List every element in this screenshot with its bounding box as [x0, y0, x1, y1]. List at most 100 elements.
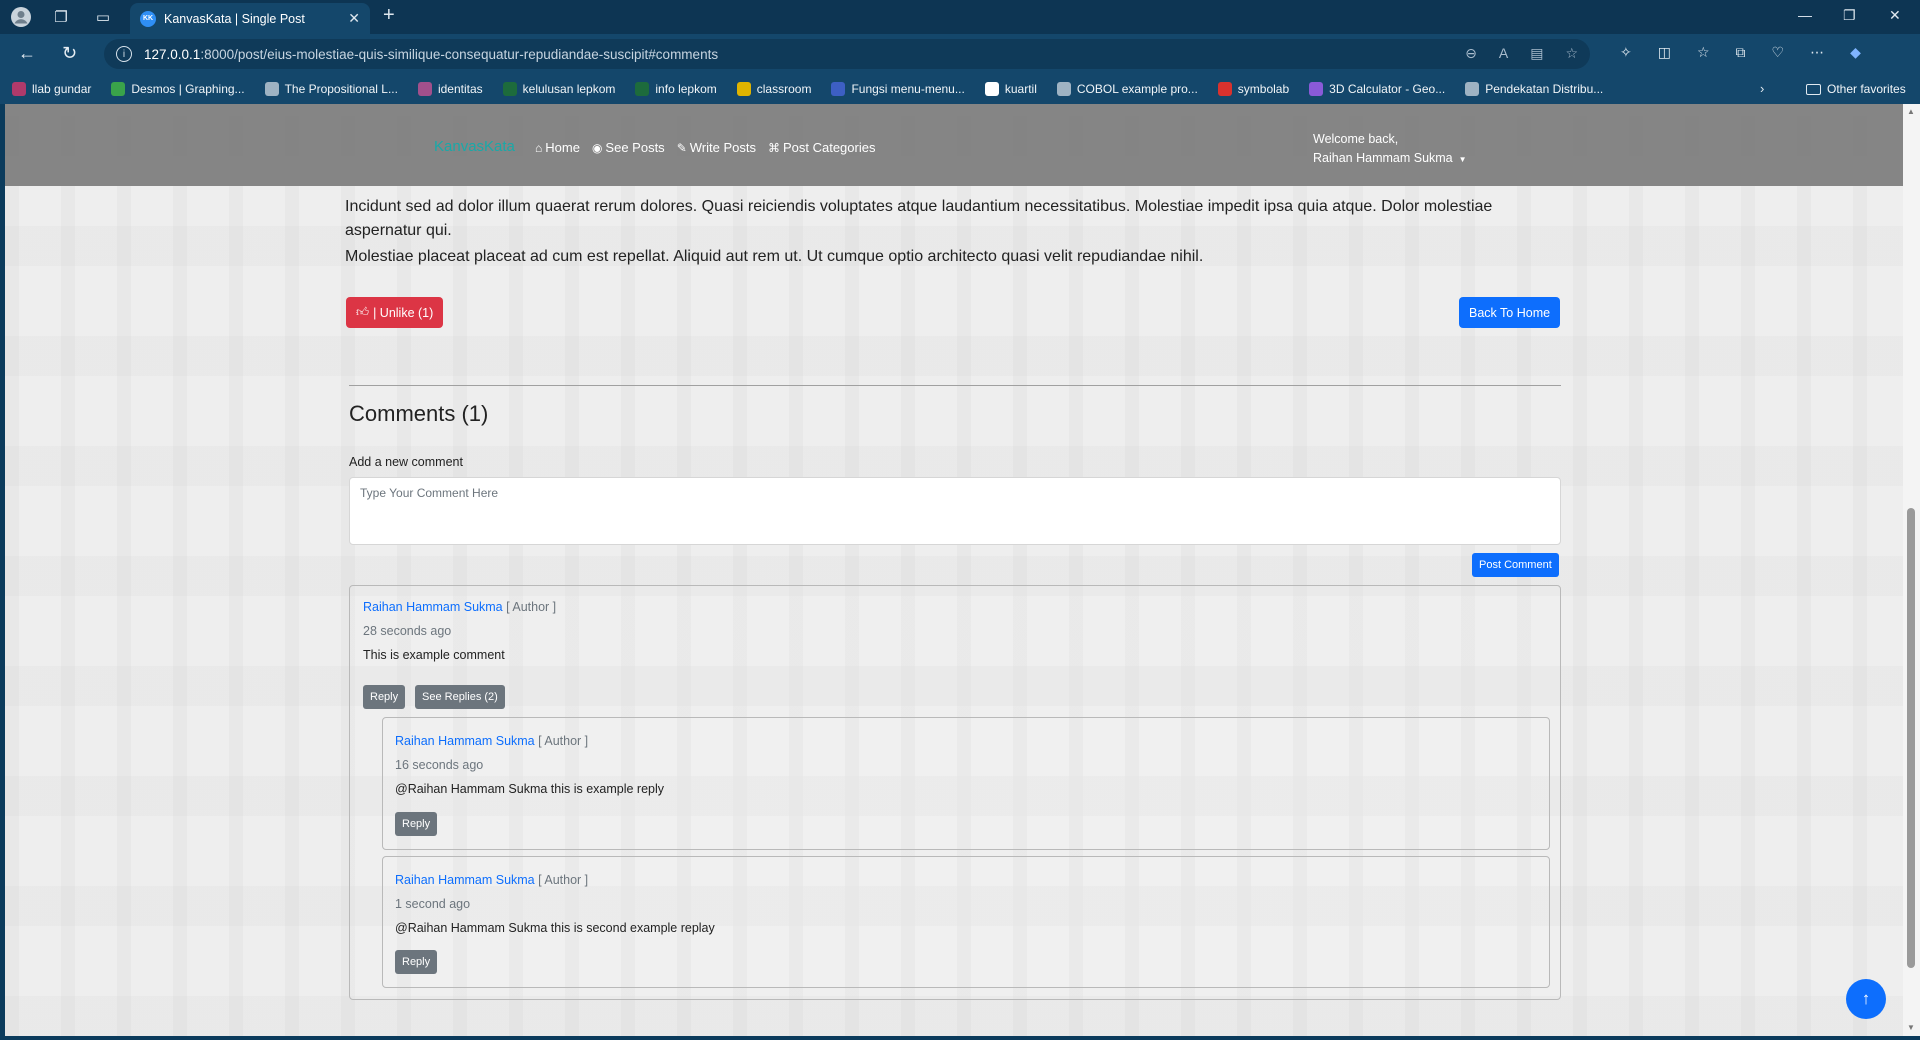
bookmark-favicon-icon: [1465, 82, 1480, 96]
restore-icon[interactable]: ❐: [1843, 7, 1856, 24]
bookmark-item[interactable]: symbolab: [1217, 82, 1289, 96]
browser-titlebar: ❐ ▭ KK KanvasKata | Single Post ✕ + — ❐ …: [0, 0, 1920, 34]
author-link[interactable]: Raihan Hammam Sukma: [363, 600, 503, 614]
author-link[interactable]: Raihan Hammam Sukma: [395, 734, 535, 748]
bookmark-item[interactable]: 3D Calculator - Geo...: [1309, 82, 1445, 96]
divider: [349, 385, 1561, 386]
reply-card: Raihan Hammam Sukma [ Author ] 1 second …: [382, 856, 1550, 988]
comment-textarea[interactable]: Type Your Comment Here: [349, 477, 1561, 545]
pencil-icon: ✎: [676, 140, 687, 155]
bookmark-item[interactable]: Desmos | Graphing...: [111, 82, 245, 96]
nav-home[interactable]: ⌂ Home: [535, 140, 580, 155]
bookmark-item[interactable]: Fungsi menu-menu...: [831, 82, 965, 96]
site-brand[interactable]: KanvasKata: [434, 138, 515, 155]
bookmark-favicon-icon: [1217, 82, 1232, 96]
read-aloud-icon[interactable]: A: [1499, 45, 1508, 62]
bookmark-label: COBOL example pro...: [1076, 82, 1198, 96]
scroll-to-top-button[interactable]: ↑: [1846, 979, 1886, 1019]
unlike-button[interactable]: 👍︎ | Unlike (1): [346, 297, 444, 328]
bookmark-item[interactable]: info lepkom: [635, 82, 717, 96]
bookmark-item[interactable]: llab gundar: [12, 82, 91, 96]
see-replies-button[interactable]: See Replies (2): [415, 685, 505, 709]
user-name: Raihan Hammam Sukma: [1313, 151, 1453, 165]
post-paragraph: Molestiae placeat placeat ad cum est rep…: [345, 248, 1204, 265]
bookmark-item[interactable]: Pendekatan Distribu...: [1465, 82, 1603, 96]
site-info-icon[interactable]: i: [116, 46, 132, 62]
scroll-down-arrow-icon[interactable]: ▼: [1907, 1023, 1915, 1032]
bookmark-favicon-icon: [502, 82, 517, 96]
bookmark-item[interactable]: The Propositional L...: [264, 82, 398, 96]
author-link[interactable]: Raihan Hammam Sukma: [395, 873, 535, 887]
reply-time: 1 second ago: [395, 897, 471, 911]
bookmark-label: classroom: [756, 82, 812, 96]
scrollbar-thumb[interactable]: [1907, 508, 1915, 968]
bookmark-label: llab gundar: [32, 82, 92, 96]
bookmark-item[interactable]: classroom: [736, 82, 812, 96]
back-to-home-button[interactable]: Back To Home: [1459, 297, 1561, 328]
user-welcome[interactable]: Welcome back, Raihan Hammam Sukma ▼: [1313, 130, 1467, 169]
address-bar[interactable]: i 127.0.0.1:8000/post/eius-molestiae-qui…: [104, 39, 1590, 69]
add-comment-label: Add a new comment: [349, 455, 463, 469]
nav-post-categories[interactable]: ⌘ Post Categories: [768, 140, 876, 155]
bookmark-favicon-icon: [1056, 82, 1071, 96]
comment-card: Raihan Hammam Sukma [ Author ] 28 second…: [349, 585, 1561, 1000]
post-comment-button[interactable]: Post Comment: [1472, 553, 1559, 577]
favorites-bar: llab gundar Desmos | Graphing... The Propo…: [0, 74, 1920, 104]
author-role: [ Author ]: [506, 600, 557, 614]
nav-write-posts[interactable]: ✎ Write Posts: [677, 140, 756, 155]
comments-title: Comments (1): [349, 401, 489, 426]
bookmark-favicon-icon: [12, 82, 26, 96]
split-screen-icon[interactable]: ◫: [1658, 44, 1671, 61]
tab-title: KanvasKata | Single Post: [164, 11, 305, 26]
back-arrow-icon[interactable]: ←: [18, 43, 36, 64]
bookmark-item[interactable]: kelulusan lepkom: [502, 82, 616, 96]
page-scrollbar[interactable]: ▲ ▼: [1903, 104, 1920, 1036]
tab-actions-icon[interactable]: ▭: [92, 6, 114, 28]
url-text[interactable]: 127.0.0.1:8000/post/eius-molestiae-quis-…: [144, 47, 718, 62]
scroll-up-arrow-icon[interactable]: ▲: [1907, 107, 1915, 116]
bookmark-item[interactable]: identitas: [417, 82, 483, 96]
reply-button[interactable]: Reply: [395, 812, 438, 836]
more-menu-icon[interactable]: ⋯: [1810, 44, 1824, 61]
reply-card: Raihan Hammam Sukma [ Author ] 16 second…: [382, 717, 1550, 850]
page-viewport: KanvasKata ⌂ Home ◉ See Posts ✎ Write Posts…: [5, 104, 1903, 1036]
close-window-icon[interactable]: ✕: [1889, 7, 1901, 24]
tag-icon: ⌘: [767, 140, 780, 155]
chevron-right-icon[interactable]: ›: [1760, 81, 1764, 96]
bookmark-favicon-icon: [417, 82, 432, 96]
author-role: [ Author ]: [538, 873, 589, 887]
copilot-icon[interactable]: ◆: [1850, 44, 1861, 61]
bookmark-item[interactable]: kuartil: [984, 82, 1037, 96]
minimize-icon[interactable]: —: [1798, 7, 1812, 23]
favorite-star-icon[interactable]: ☆: [1565, 45, 1578, 62]
author-role: [ Author ]: [538, 734, 589, 748]
dropdown-caret-icon: ▼: [1458, 155, 1467, 164]
tab-active[interactable]: KK KanvasKata | Single Post ✕: [130, 3, 370, 34]
close-tab-icon[interactable]: ✕: [348, 10, 360, 27]
other-favorites[interactable]: Other favorites: [1806, 82, 1906, 96]
profile-icon[interactable]: [10, 6, 32, 28]
workspaces-icon[interactable]: ❐: [50, 6, 72, 28]
arrow-up-icon: ↑: [1861, 989, 1871, 1008]
nav-see-posts[interactable]: ◉ See Posts: [592, 140, 665, 155]
reply-body: @Raihan Hammam Sukma this is second exam…: [395, 921, 715, 935]
refresh-icon[interactable]: ↻: [62, 43, 77, 64]
bookmark-label: kelulusan lepkom: [522, 82, 616, 96]
reply-button[interactable]: Reply: [363, 685, 406, 709]
extensions-icon[interactable]: ✧: [1620, 44, 1632, 61]
comment-author: Raihan Hammam Sukma [ Author ]: [363, 600, 556, 614]
reply-author: Raihan Hammam Sukma [ Author ]: [395, 734, 588, 748]
browser-essentials-icon[interactable]: ♡: [1772, 44, 1785, 61]
favorites-icon[interactable]: ☆: [1697, 44, 1710, 61]
bookmark-label: identitas: [437, 82, 483, 96]
welcome-text: Welcome back,: [1313, 132, 1399, 146]
thumbs-up-icon: 👍︎: [356, 305, 370, 319]
reply-button[interactable]: Reply: [395, 950, 438, 974]
new-tab-icon[interactable]: +: [383, 4, 395, 27]
collections-icon[interactable]: ⧉: [1736, 44, 1746, 61]
zoom-icon[interactable]: ⊖: [1465, 45, 1477, 62]
bookmark-item[interactable]: COBOL example pro...: [1056, 82, 1198, 96]
bookmark-favicon-icon: [1309, 82, 1324, 96]
immersive-reader-icon[interactable]: ▤: [1530, 45, 1543, 62]
house-icon: ⌂: [535, 140, 543, 155]
